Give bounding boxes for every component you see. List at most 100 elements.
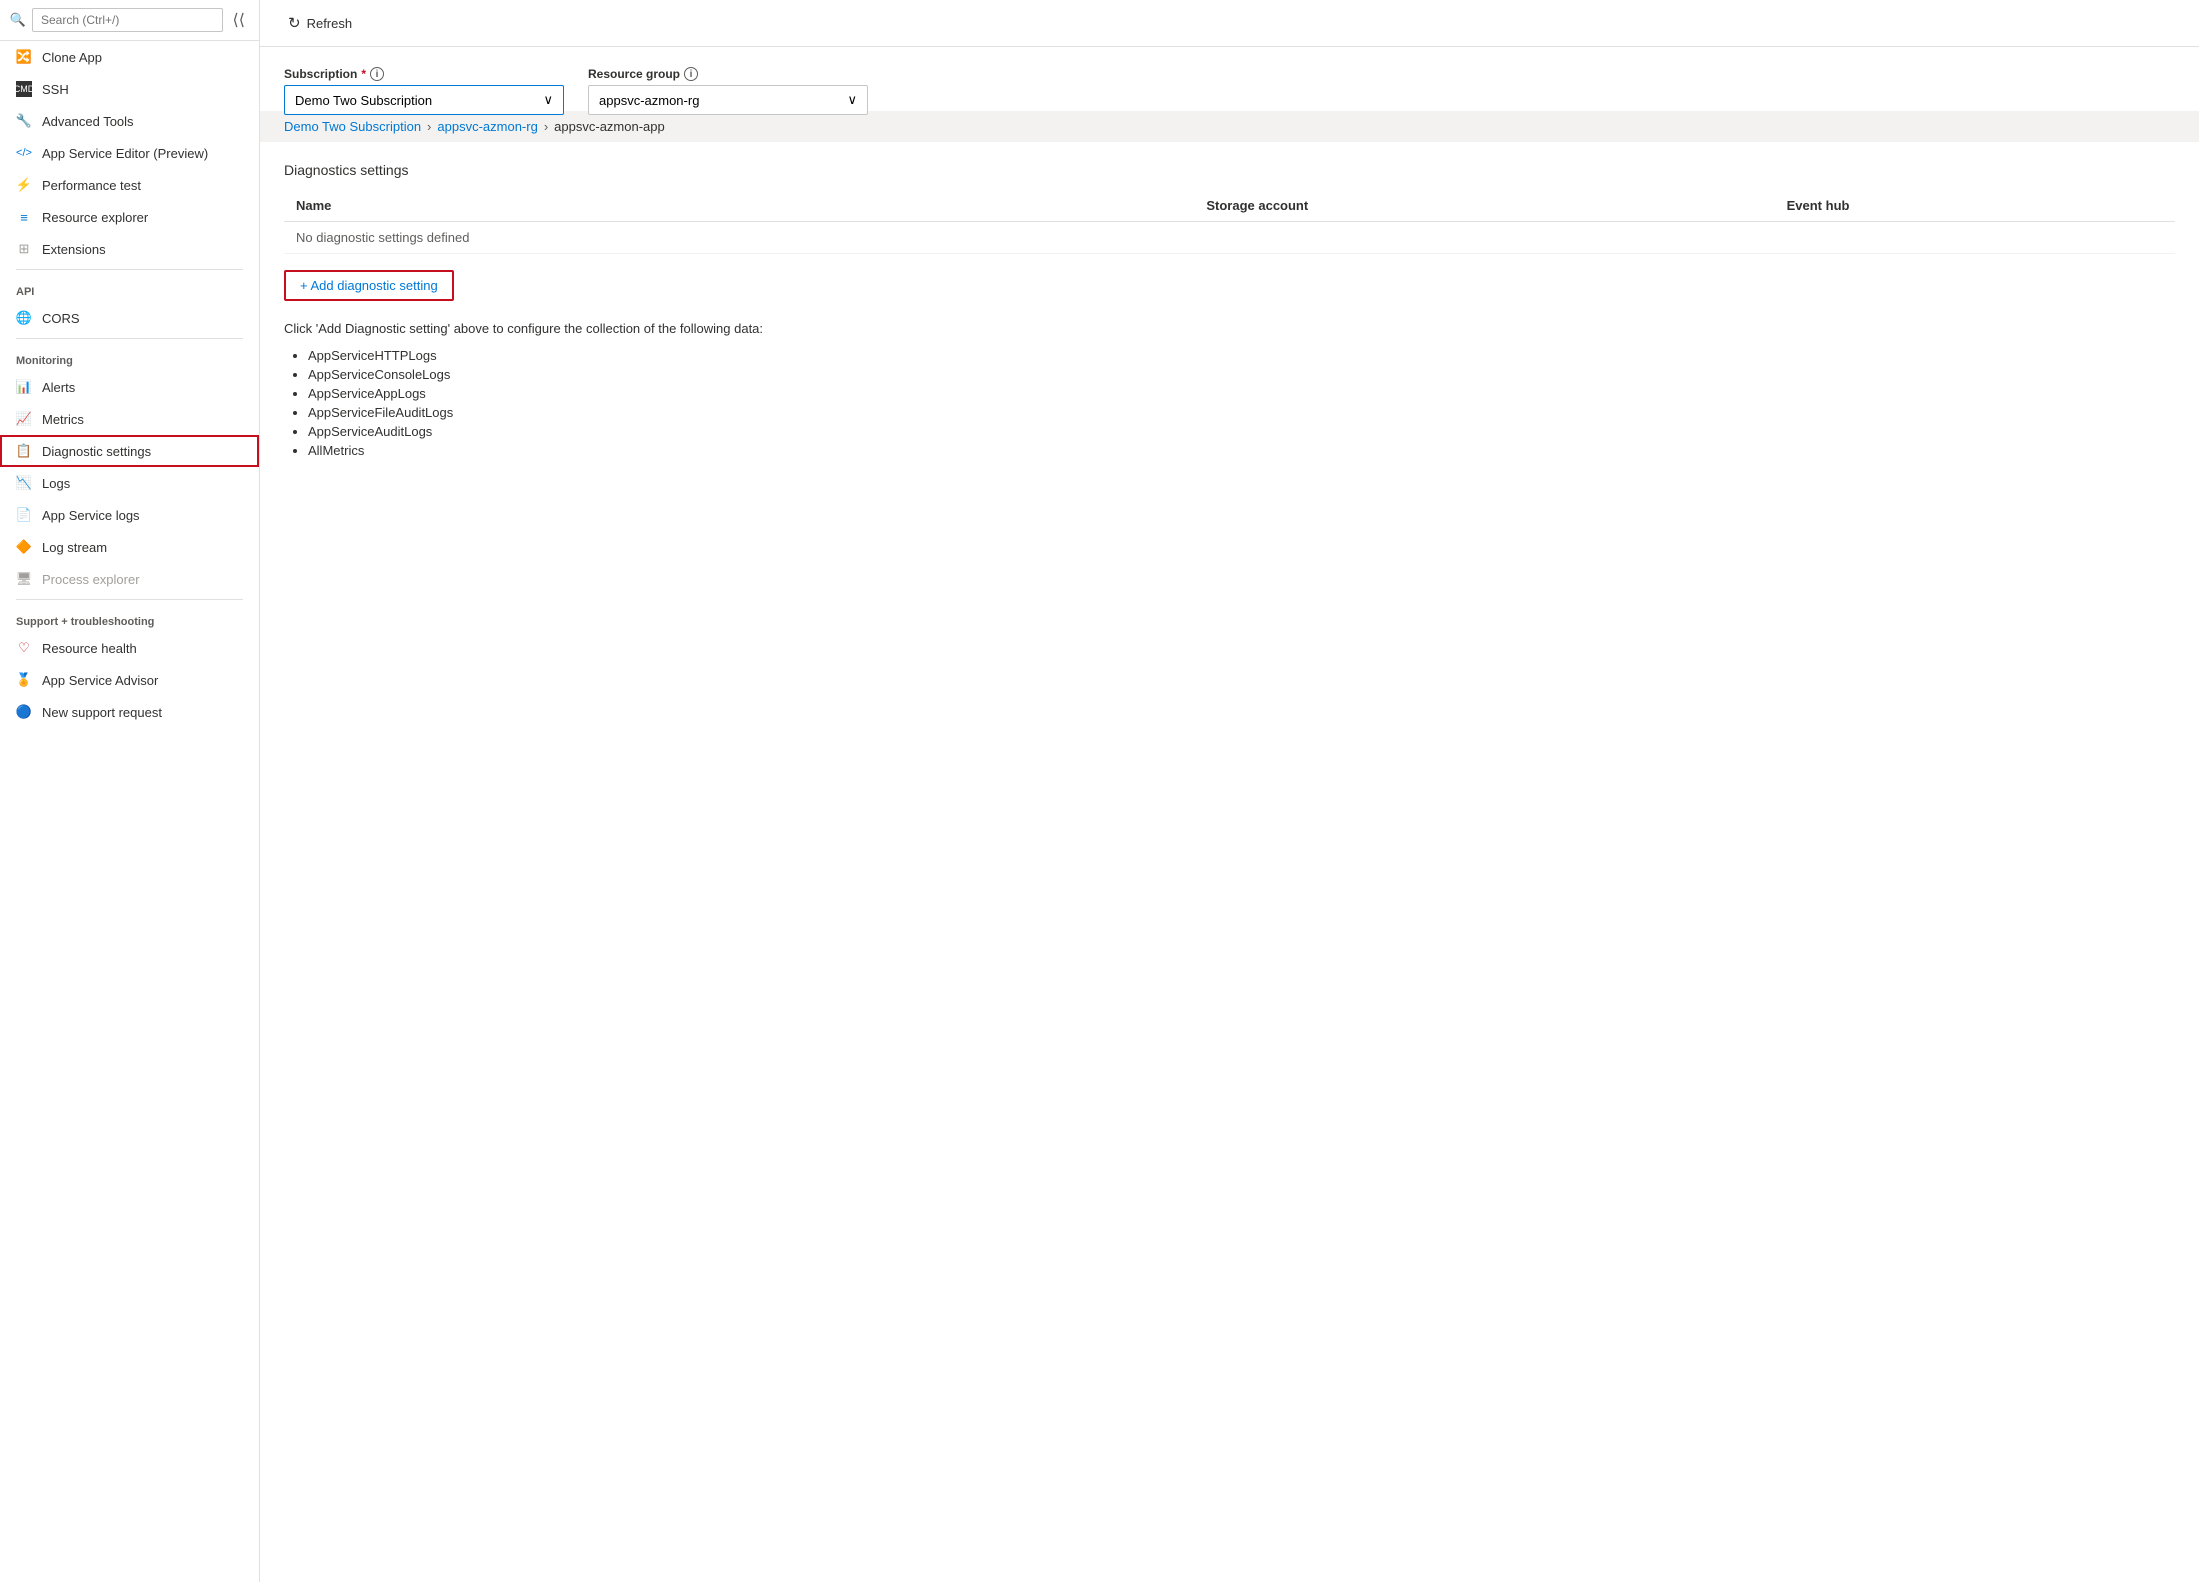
sidebar-search-area: 🔍 ⟨⟨ [0,0,259,41]
breadcrumb-subscription[interactable]: Demo Two Subscription [284,119,421,134]
col-eventhub: Event hub [1775,190,2175,222]
main-content-area: Subscription * i Demo Two Subscription ∨… [260,47,2199,1582]
col-name: Name [284,190,1194,222]
support-section-label: Support + troubleshooting [0,604,259,632]
refresh-label: Refresh [307,16,353,31]
resource-explorer-icon: ≡ [16,209,32,225]
diagnostics-table: Name Storage account Event hub No diagno… [284,190,2175,254]
sidebar-item-app-service-editor[interactable]: </> App Service Editor (Preview) [0,137,259,169]
sidebar-item-label: SSH [42,82,69,97]
monitoring-section-label: Monitoring [0,343,259,371]
subscription-label: Subscription * i [284,67,564,81]
sidebar-item-label: App Service logs [42,508,140,523]
refresh-button[interactable]: ↻ Refresh [280,10,360,36]
diagnostic-settings-icon: 📋 [16,443,32,459]
resource-group-label: Resource group i [588,67,868,81]
form-row: Subscription * i Demo Two Subscription ∨… [284,67,2175,115]
sidebar-item-cors[interactable]: 🌐 CORS [0,302,259,334]
sidebar-item-performance-test[interactable]: ⚡ Performance test [0,169,259,201]
subscription-select[interactable]: Demo Two Subscription ∨ [284,85,564,115]
ssh-icon: CMD [16,81,32,97]
search-input[interactable] [32,8,223,32]
sidebar-item-label: App Service Advisor [42,673,158,688]
sidebar-item-resource-explorer[interactable]: ≡ Resource explorer [0,201,259,233]
breadcrumb-sep-1: › [427,119,431,134]
sidebar-item-app-service-advisor[interactable]: 🏅 App Service Advisor [0,664,259,696]
breadcrumb-app: appsvc-azmon-app [554,119,665,134]
collapse-sidebar-button[interactable]: ⟨⟨ [229,8,249,32]
subscription-group: Subscription * i Demo Two Subscription ∨ [284,67,564,115]
sidebar-item-label: New support request [42,705,162,720]
sidebar-item-resource-health[interactable]: ♡ Resource health [0,632,259,664]
sidebar-item-label: Diagnostic settings [42,444,151,459]
empty-message: No diagnostic settings defined [284,222,1194,254]
resource-group-group: Resource group i appsvc-azmon-rg ∨ [588,67,868,115]
add-diagnostic-setting-button[interactable]: + Add diagnostic setting [284,270,454,301]
sidebar-item-label: Clone App [42,50,102,65]
list-item: AppServiceHTTPLogs [308,348,2175,363]
advanced-tools-icon: 🔧 [16,113,32,129]
sidebar-item-label: Resource health [42,641,137,656]
log-stream-icon: 🔶 [16,539,32,555]
resource-group-value: appsvc-azmon-rg [599,93,699,108]
sidebar-item-label: Logs [42,476,70,491]
sidebar-divider-api [16,269,243,270]
sidebar-item-extensions[interactable]: ⊞ Extensions [0,233,259,265]
sidebar-item-logs[interactable]: 📉 Logs [0,467,259,499]
sidebar-divider-support [16,599,243,600]
app-service-advisor-icon: 🏅 [16,672,32,688]
breadcrumb: Demo Two Subscription › appsvc-azmon-rg … [260,111,2199,142]
sidebar-item-label: Performance test [42,178,141,193]
subscription-required: * [361,67,366,81]
sidebar-item-advanced-tools[interactable]: 🔧 Advanced Tools [0,105,259,137]
description-text: Click 'Add Diagnostic setting' above to … [284,321,2175,336]
resource-group-select[interactable]: appsvc-azmon-rg ∨ [588,85,868,115]
resource-group-info-icon[interactable]: i [684,67,698,81]
app-service-logs-icon: 📄 [16,507,32,523]
resource-health-icon: ♡ [16,640,32,656]
sidebar-item-label: Metrics [42,412,84,427]
list-item: AppServiceConsoleLogs [308,367,2175,382]
subscription-info-icon[interactable]: i [370,67,384,81]
sidebar: 🔍 ⟨⟨ 🔀 Clone App CMD SSH 🔧 Advanced Tool… [0,0,260,1582]
sidebar-item-label: Resource explorer [42,210,148,225]
sidebar-item-label: Alerts [42,380,75,395]
diagnostics-section-title: Diagnostics settings [284,162,2175,178]
sidebar-item-new-support-request[interactable]: 🔵 New support request [0,696,259,728]
sidebar-item-clone-app[interactable]: 🔀 Clone App [0,41,259,73]
sidebar-item-process-explorer: 🖥 Process explorer [0,563,259,595]
performance-test-icon: ⚡ [16,177,32,193]
col-storage: Storage account [1194,190,1774,222]
sidebar-item-log-stream[interactable]: 🔶 Log stream [0,531,259,563]
sidebar-item-label: Extensions [42,242,106,257]
sidebar-item-metrics[interactable]: 📈 Metrics [0,403,259,435]
api-section-label: API [0,274,259,302]
diagnostic-items-list: AppServiceHTTPLogs AppServiceConsoleLogs… [284,348,2175,458]
sidebar-item-diagnostic-settings[interactable]: 📋 Diagnostic settings [0,435,259,467]
refresh-icon: ↻ [288,14,301,32]
subscription-value: Demo Two Subscription [295,93,432,108]
metrics-icon: 📈 [16,411,32,427]
toolbar: ↻ Refresh [260,0,2199,47]
resource-group-dropdown-icon: ∨ [847,92,857,108]
table-row-empty: No diagnostic settings defined [284,222,2175,254]
breadcrumb-sep-2: › [544,119,548,134]
sidebar-item-label: Advanced Tools [42,114,134,129]
sidebar-item-ssh[interactable]: CMD SSH [0,73,259,105]
list-item: AppServiceAuditLogs [308,424,2175,439]
cors-icon: 🌐 [16,310,32,326]
sidebar-item-alerts[interactable]: 📊 Alerts [0,371,259,403]
sidebar-item-app-service-logs[interactable]: 📄 App Service logs [0,499,259,531]
new-support-request-icon: 🔵 [16,704,32,720]
logs-icon: 📉 [16,475,32,491]
extensions-icon: ⊞ [16,241,32,257]
process-explorer-icon: 🖥 [16,571,32,587]
sidebar-item-label: App Service Editor (Preview) [42,146,208,161]
sidebar-item-label: Process explorer [42,572,140,587]
add-setting-label: + Add diagnostic setting [300,278,438,293]
breadcrumb-resource-group[interactable]: appsvc-azmon-rg [437,119,537,134]
main-panel: ↻ Refresh Subscription * i Demo Two Subs… [260,0,2199,1582]
clone-app-icon: 🔀 [16,49,32,65]
alerts-icon: 📊 [16,379,32,395]
search-icon: 🔍 [10,12,26,28]
